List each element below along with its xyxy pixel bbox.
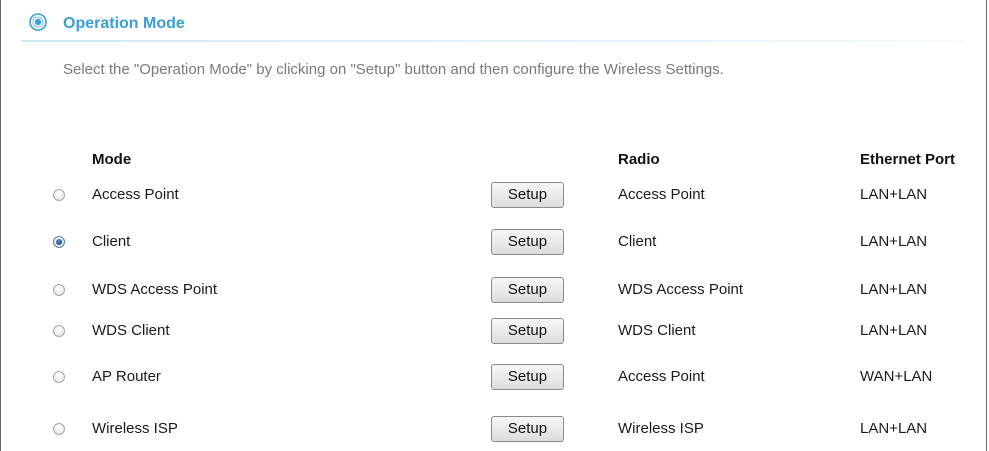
- section-description: Select the "Operation Mode" by clicking …: [63, 61, 724, 78]
- setup-button[interactable]: Setup: [491, 416, 564, 442]
- table-row: AP Router Setup Access Point WAN+LAN: [1, 364, 986, 392]
- ethernet-port-value: LAN+LAN: [860, 233, 928, 250]
- ethernet-port-value: LAN+LAN: [860, 420, 928, 437]
- radio-value: Wireless ISP: [618, 420, 704, 437]
- table-row: WDS Access Point Setup WDS Access Point …: [1, 277, 986, 305]
- setup-button[interactable]: Setup: [491, 318, 564, 344]
- setup-button[interactable]: Setup: [491, 229, 564, 255]
- setup-button[interactable]: Setup: [491, 277, 564, 303]
- ethernet-port-value: LAN+LAN: [860, 186, 928, 203]
- section-header: Operation Mode: [21, 11, 965, 42]
- radio-value: Access Point: [618, 186, 705, 203]
- mode-label: Access Point: [92, 186, 179, 203]
- mode-label: WDS Client: [92, 322, 170, 339]
- radio-value: WDS Client: [618, 322, 696, 339]
- mode-radio-wds-access-point[interactable]: [53, 284, 65, 296]
- ethernet-port-value: WAN+LAN: [860, 368, 933, 385]
- column-header-radio: Radio: [618, 151, 660, 168]
- table-row: Access Point Setup Access Point LAN+LAN: [1, 182, 986, 210]
- mode-label: AP Router: [92, 368, 161, 385]
- ethernet-port-value: LAN+LAN: [860, 281, 928, 298]
- radio-value: Client: [618, 233, 657, 250]
- mode-label: Wireless ISP: [92, 420, 178, 437]
- mode-label: WDS Access Point: [92, 281, 218, 298]
- mode-radio-wireless-isp[interactable]: [53, 423, 65, 435]
- mode-radio-wds-client[interactable]: [53, 325, 65, 337]
- table-row: Wireless ISP Setup Wireless ISP LAN+LAN: [1, 416, 986, 444]
- mode-label: Client: [92, 233, 131, 250]
- section-title: Operation Mode: [63, 15, 185, 32]
- radio-value: Access Point: [618, 368, 705, 385]
- mode-radio-ap-router[interactable]: [53, 371, 65, 383]
- ethernet-port-value: LAN+LAN: [860, 322, 928, 339]
- table-row: Client Setup Client LAN+LAN: [1, 229, 986, 257]
- target-icon: [29, 13, 47, 31]
- setup-button[interactable]: Setup: [491, 364, 564, 390]
- column-header-ethernet-port: Ethernet Port: [860, 151, 956, 168]
- mode-radio-access-point[interactable]: [53, 189, 65, 201]
- operation-mode-panel: Operation Mode Select the "Operation Mod…: [0, 0, 987, 451]
- radio-value: WDS Access Point: [618, 281, 744, 298]
- header-divider: [21, 40, 965, 42]
- table-row: WDS Client Setup WDS Client LAN+LAN: [1, 318, 986, 346]
- setup-button[interactable]: Setup: [491, 182, 564, 208]
- mode-radio-client[interactable]: [53, 236, 65, 248]
- column-header-mode: Mode: [92, 151, 132, 168]
